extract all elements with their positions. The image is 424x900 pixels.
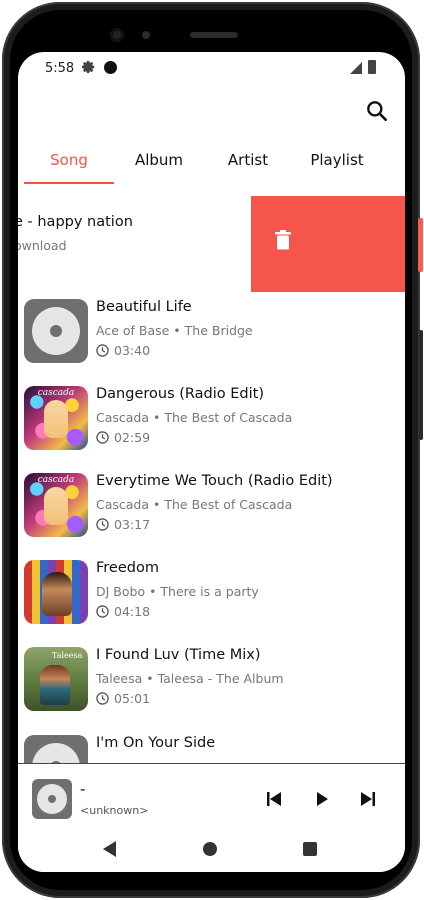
app-screen: 5:58 Song Album Artist Playlist e - happ… [18, 52, 405, 872]
tab-playlist[interactable]: Playlist [292, 144, 382, 184]
song-title: e - happy nation [18, 214, 133, 230]
album-art: cascada [24, 386, 88, 450]
album-art [24, 560, 88, 624]
song-title: Beautiful Life [96, 299, 192, 315]
delete-swipe-action[interactable] [251, 196, 405, 292]
back-icon[interactable] [102, 840, 118, 858]
cover-text: cascada [37, 388, 75, 398]
song-subtitle: Ace of Base • The Bridge [96, 323, 253, 338]
song-title: I'm On Your Side [96, 735, 216, 751]
trash-icon [275, 230, 291, 250]
system-nav-bar [18, 826, 405, 872]
cover-figure [44, 487, 68, 525]
earpiece [190, 32, 238, 38]
song-row[interactable]: Beautiful Life Ace of Base • The Bridge … [18, 299, 405, 385]
album-art [24, 299, 88, 363]
cover-figure [42, 572, 72, 616]
album-art: cascada [24, 473, 88, 537]
notification-dot-icon [104, 61, 117, 74]
tab-album[interactable]: Album [114, 144, 204, 184]
song-duration: 02:59 [114, 430, 151, 445]
tab-song[interactable]: Song [24, 144, 114, 184]
song-subtitle: Cascada • The Best of Cascada [96, 497, 293, 512]
clock-icon [96, 431, 109, 444]
tab-bar: Song Album Artist Playlist [18, 144, 405, 186]
search-icon[interactable] [364, 98, 390, 124]
song-title: Everytime We Touch (Radio Edit) [96, 473, 333, 489]
song-subtitle: Cascada • The Best of Cascada [96, 410, 293, 425]
cover-figure [44, 400, 68, 438]
player-subtitle: <unknown> [80, 804, 149, 817]
status-time: 5:58 [45, 61, 75, 76]
song-row[interactable]: Freedom DJ Bobo • There is a party 04:18 [18, 560, 405, 646]
song-title: Dangerous (Radio Edit) [96, 386, 264, 402]
song-row[interactable]: cascada Everytime We Touch (Radio Edit) … [18, 473, 405, 559]
song-duration: 03:17 [114, 517, 151, 532]
song-row[interactable]: cascada Dangerous (Radio Edit) Cascada •… [18, 386, 405, 472]
song-subtitle: Taleesa • Taleesa - The Album [96, 671, 284, 686]
song-duration: 05:01 [114, 691, 151, 706]
cover-text: cascada [37, 475, 75, 485]
player-title: - [80, 780, 86, 798]
song-title: I Found Luv (Time Mix) [96, 647, 261, 663]
play-icon[interactable] [312, 789, 332, 809]
mini-player[interactable]: - <unknown> [18, 763, 405, 827]
song-row[interactable]: Taleesa I Found Luv (Time Mix) Taleesa •… [18, 647, 405, 733]
clock-icon [96, 605, 109, 618]
previous-icon[interactable] [264, 789, 284, 809]
song-duration: 04:18 [114, 604, 151, 619]
clock-icon [96, 518, 109, 531]
cover-figure [40, 665, 70, 705]
song-subtitle: DJ Bobo • There is a party [96, 584, 259, 599]
song-title: Freedom [96, 560, 159, 576]
album-art: Taleesa [24, 647, 88, 711]
front-camera [110, 28, 124, 42]
volume-button [419, 330, 423, 440]
home-icon[interactable] [203, 842, 217, 856]
battery-icon [368, 60, 376, 74]
song-duration: 03:40 [114, 343, 151, 358]
tab-artist[interactable]: Artist [204, 144, 292, 184]
sensor [142, 31, 150, 39]
clock-icon [96, 344, 109, 357]
clock-icon [96, 692, 109, 705]
disc-icon [37, 784, 67, 814]
recents-icon[interactable] [303, 842, 317, 856]
cover-text: Taleesa [52, 651, 83, 660]
status-bar: 5:58 [18, 52, 405, 86]
next-icon[interactable] [358, 789, 378, 809]
swiped-song-row[interactable]: e - happy nation ownload [18, 196, 405, 292]
disc-icon [32, 307, 80, 355]
settings-gear-icon [82, 60, 95, 74]
player-album-art [32, 779, 72, 819]
signal-icon [350, 62, 362, 74]
power-button [418, 218, 423, 272]
song-subtitle: ownload [18, 238, 67, 253]
tab-indicator [24, 182, 114, 184]
